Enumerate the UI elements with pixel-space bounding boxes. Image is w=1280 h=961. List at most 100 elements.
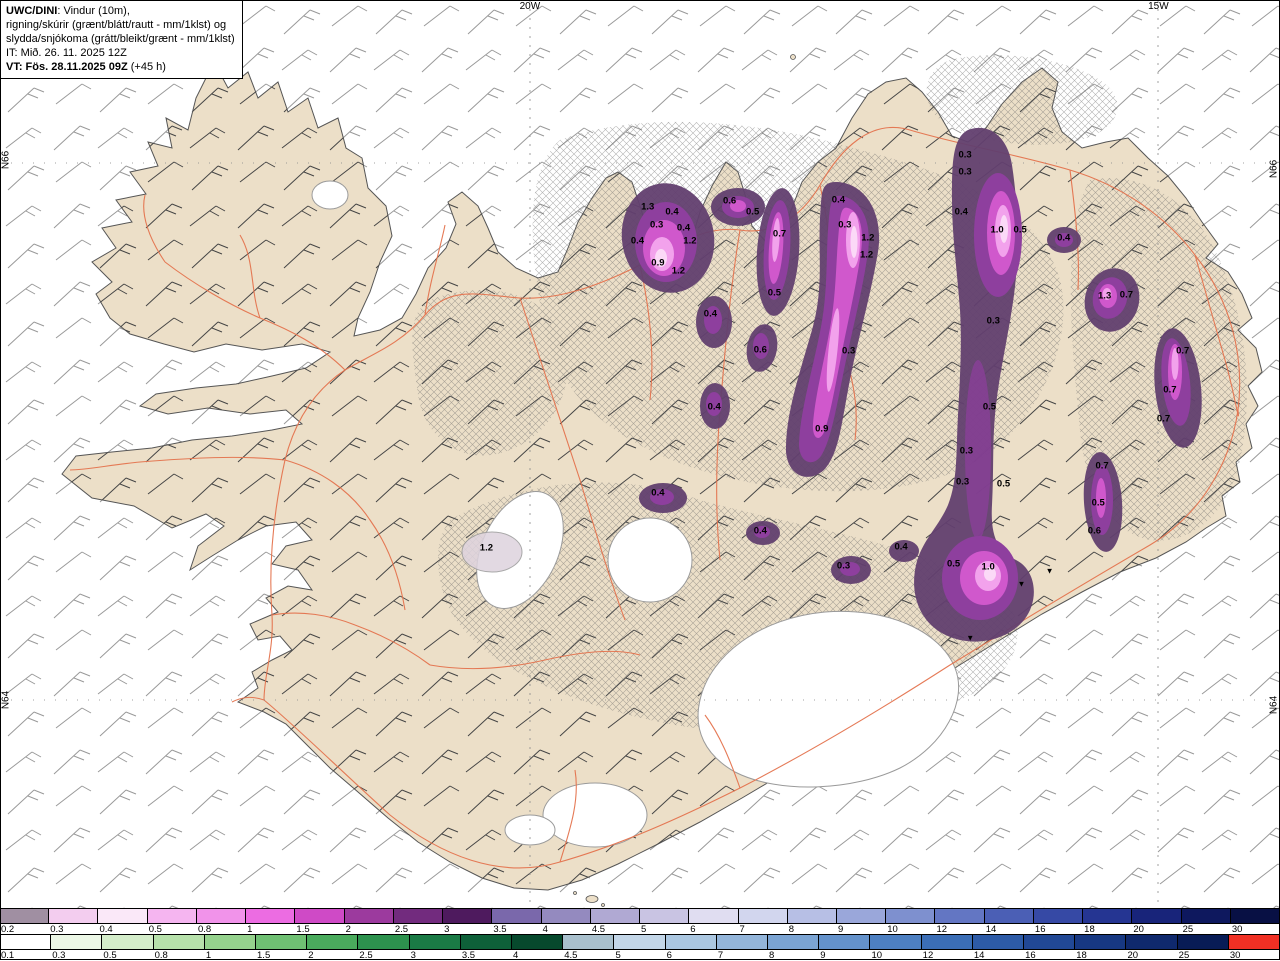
forecast-legend-line-rain: rigning/skúrir (grænt/blátt/rautt - mm/1… bbox=[6, 19, 227, 32]
colorbar-swatch bbox=[0, 908, 50, 924]
colorbar-swatch bbox=[49, 908, 99, 924]
colorbar-swatch bbox=[358, 934, 410, 950]
colorbar-swatch bbox=[1083, 908, 1133, 924]
precip-value-label: 0.5 bbox=[1091, 497, 1105, 509]
precip-value-label: 0.4 bbox=[954, 206, 968, 218]
colorbar-swatch bbox=[1181, 908, 1231, 924]
colorbar-cell: 2 bbox=[307, 934, 359, 961]
legend-colorbars: 0.2 0.3 0.4 0.5 0.8 1 1.5 2 2.5 3 3.5 4 … bbox=[0, 908, 1280, 961]
colorbar-swatch bbox=[1230, 908, 1280, 924]
precip-value-label: 1.2 bbox=[683, 235, 697, 247]
colorbar-swatch bbox=[102, 934, 154, 950]
colorbar-cell: 4 bbox=[512, 934, 564, 961]
colorbar-cell: 7 bbox=[738, 908, 788, 935]
colorbar-cell: 5 bbox=[640, 908, 690, 935]
colorbar-swatch bbox=[51, 934, 103, 950]
colorbar-tick-label: 8 bbox=[769, 950, 775, 961]
colorbar-swatch bbox=[768, 934, 820, 950]
colorbar-cell: 14 bbox=[984, 908, 1034, 935]
map-labels-layer: 1.3 0.4 0.3 0.4 1.2 0.4 0.9 1.2 0.6 0.5 … bbox=[0, 0, 1280, 908]
colorbar-swatch bbox=[1126, 934, 1178, 950]
colorbar-cell: 3.5 bbox=[492, 908, 542, 935]
colorbar-swatch bbox=[512, 934, 564, 950]
colorbar-swatch bbox=[541, 908, 591, 924]
precip-value-label: 0.7 bbox=[1119, 289, 1133, 301]
precip-value-label: 1.0 bbox=[990, 224, 1004, 236]
precip-value-label: 1.3 bbox=[1098, 290, 1112, 302]
precip-value-label: 0.6 bbox=[722, 195, 737, 207]
precip-value-label: 0.4 bbox=[676, 222, 691, 234]
colorbar-swatch bbox=[921, 934, 973, 950]
colorbar-cell: 10 bbox=[886, 908, 936, 935]
precip-value-label: 1.2 bbox=[479, 542, 493, 554]
colorbar-tick-label: 0.1 bbox=[1, 950, 15, 961]
colorbar-cell: 8 bbox=[787, 908, 837, 935]
precip-value-label: 0.7 bbox=[772, 228, 787, 240]
colorbar-swatch bbox=[98, 908, 148, 924]
colorbar-tick-label: 7 bbox=[717, 950, 724, 961]
colorbar-swatch bbox=[787, 908, 837, 924]
precip-value-label: 1.2 bbox=[861, 232, 875, 244]
colorbar-cell: 3.5 bbox=[460, 934, 513, 961]
precip-value-label: 0.9 bbox=[651, 257, 665, 269]
precip-value-label: 0.4 bbox=[831, 194, 845, 206]
colorbar-cell: 16 bbox=[1024, 934, 1076, 961]
colorbar-swatch bbox=[614, 934, 666, 950]
colorbar-cell: 10 bbox=[870, 934, 922, 961]
precip-value-label: 0.4 bbox=[703, 308, 717, 320]
precip-value-label: 0.3 bbox=[838, 219, 852, 231]
colorbar-swatch bbox=[204, 934, 257, 950]
colorbar-swatch bbox=[443, 908, 493, 924]
colorbar-cell: 18 bbox=[1075, 934, 1127, 961]
precip-value-label: 0.9 bbox=[815, 423, 829, 435]
valid-time: VT: Fös. 28.11.2025 09Z (+45 h) bbox=[6, 61, 166, 74]
colorbar-cell: 1 bbox=[246, 908, 296, 935]
colorbar-swatch bbox=[870, 934, 922, 950]
colorbar-swatch bbox=[1132, 908, 1182, 924]
precip-value-label: 0.7 bbox=[1156, 413, 1171, 425]
colorbar-tick-label: 2.5 bbox=[359, 950, 373, 961]
precip-value-label: 0.3 bbox=[959, 445, 973, 457]
colorbar-cell: 4.5 bbox=[590, 908, 641, 935]
colorbar-swatch bbox=[460, 934, 513, 950]
colorbar-tick-label: 12 bbox=[922, 950, 934, 961]
colorbar-cell: 12 bbox=[935, 908, 985, 935]
colorbar-swatch bbox=[196, 908, 247, 924]
colorbar-cell: 0.5 bbox=[102, 934, 154, 961]
precip-value-label: 0.3 bbox=[958, 149, 972, 161]
colorbar-cell: 16 bbox=[1033, 908, 1084, 935]
colorbar-cell: 0.8 bbox=[196, 908, 247, 935]
precip-value-label: 1.0 bbox=[981, 561, 995, 573]
colorbar-swatch bbox=[886, 908, 936, 924]
precip-value-label: 0.4 bbox=[753, 525, 767, 537]
precip-value-label: 0.4 bbox=[630, 235, 645, 247]
latitude-label: N66 bbox=[1268, 159, 1280, 179]
colorbar-tick-label: 14 bbox=[973, 950, 985, 961]
colorbar-cell: 1.5 bbox=[256, 934, 308, 961]
colorbar-swatch bbox=[1075, 934, 1127, 950]
init-time: IT: Mið. 26. 11. 2025 12Z bbox=[6, 47, 127, 60]
colorbar-cell: 7 bbox=[716, 934, 769, 961]
colorbar-swatch bbox=[393, 908, 444, 924]
colorbar-tick-label: 9 bbox=[820, 950, 826, 961]
colorbar-swatch bbox=[1177, 934, 1229, 950]
peak-marker-icon: ▼ bbox=[1017, 579, 1026, 589]
colorbar-cell: 0.4 bbox=[98, 908, 148, 935]
precip-value-label: 0.5 bbox=[746, 206, 760, 218]
precip-value-label: 0.3 bbox=[958, 166, 972, 178]
colorbar-tick-label: 1.5 bbox=[257, 950, 271, 961]
precip-value-label: 0.5 bbox=[767, 287, 781, 299]
colorbar-cell: 0.3 bbox=[51, 934, 103, 961]
colorbar-cell: 4 bbox=[541, 908, 591, 935]
precip-value-label: 0.5 bbox=[946, 558, 961, 570]
colorbar-cell: 25 bbox=[1177, 934, 1229, 961]
colorbar-tick-label: 4 bbox=[513, 950, 519, 961]
colorbar-cell: 0.5 bbox=[147, 908, 197, 935]
colorbar-tick-label: 10 bbox=[871, 950, 883, 961]
colorbar-cell: 2.5 bbox=[393, 908, 444, 935]
peak-marker-icon: ▼ bbox=[966, 633, 975, 643]
colorbar-tick-label: 3 bbox=[410, 950, 416, 961]
precip-value-label: 0.6 bbox=[753, 344, 767, 356]
colorbar-cell: 1.5 bbox=[295, 908, 345, 935]
colorbar-swatch bbox=[1024, 934, 1076, 950]
